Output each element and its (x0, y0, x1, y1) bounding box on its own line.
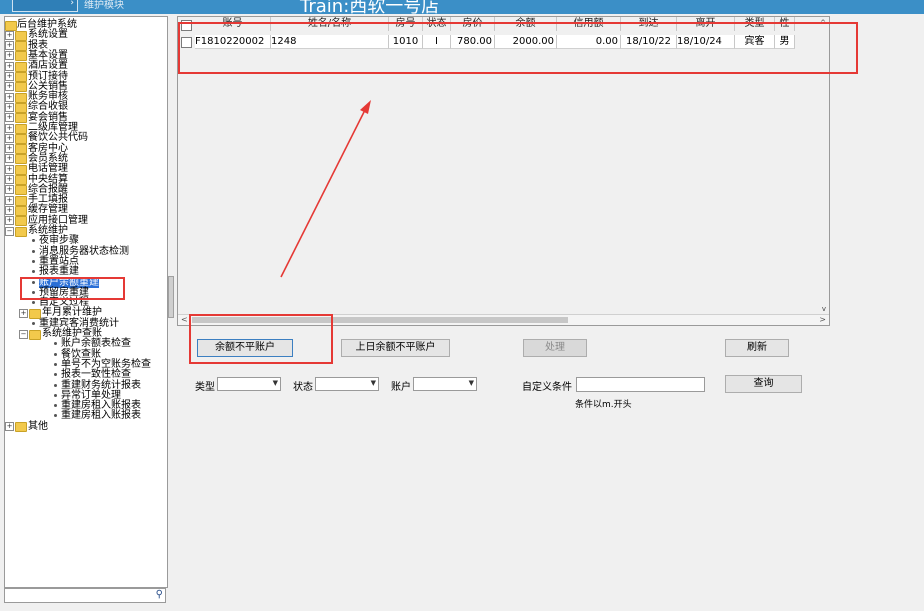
annotation-arrow (280, 100, 371, 278)
